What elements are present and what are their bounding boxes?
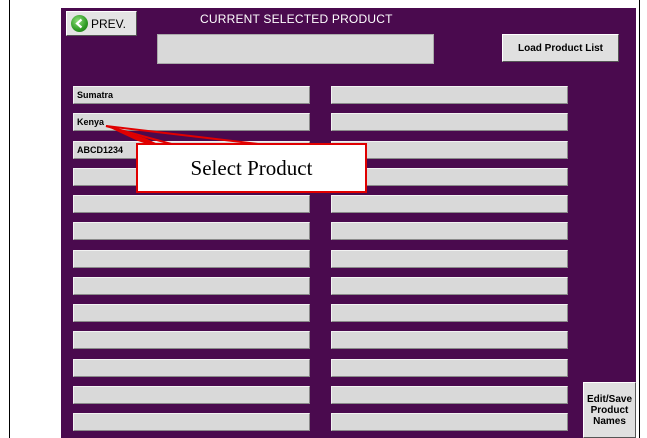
select-product-callout: Select Product — [136, 143, 367, 193]
callout-pointer — [105, 125, 259, 146]
